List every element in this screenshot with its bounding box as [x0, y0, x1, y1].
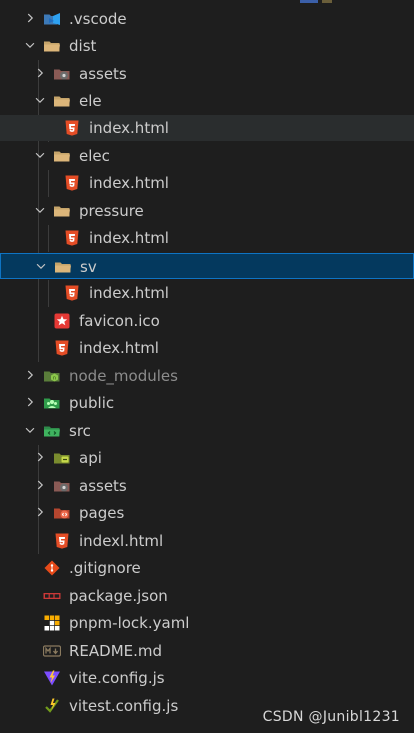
file-item[interactable]: README.md	[0, 638, 414, 664]
chevron-right-icon[interactable]	[32, 65, 48, 81]
item-label: api	[79, 449, 102, 467]
html5-icon	[53, 339, 71, 357]
item-label: assets	[79, 477, 127, 495]
folder-item[interactable]: elec	[0, 143, 414, 169]
public-folder-icon	[43, 394, 61, 412]
folder-item[interactable]: api	[0, 445, 414, 471]
vite-icon	[43, 669, 61, 687]
src-folder-icon	[43, 422, 61, 440]
git-icon	[43, 559, 61, 577]
vitest-icon	[43, 697, 61, 715]
item-label: favicon.ico	[79, 312, 160, 330]
item-label: vite.config.js	[69, 669, 165, 687]
file-item[interactable]: .gitignore	[0, 555, 414, 581]
chevron-down-icon[interactable]	[22, 37, 38, 53]
html5-icon	[53, 532, 71, 550]
folder-open-icon	[53, 202, 71, 220]
api-folder-icon	[53, 449, 71, 467]
item-label: dist	[69, 37, 97, 55]
folder-open-icon	[53, 92, 71, 110]
html5-icon	[63, 174, 81, 192]
favicon-star-icon	[53, 312, 71, 330]
file-item[interactable]: index.html	[0, 115, 414, 141]
pnpm-icon	[43, 614, 61, 632]
item-label: node_modules	[69, 367, 178, 385]
assets-folder-icon	[53, 477, 71, 495]
item-label: index.html	[89, 229, 169, 247]
chevron-right-icon[interactable]	[22, 10, 38, 26]
item-label: index.html	[89, 284, 169, 302]
item-label: src	[69, 422, 91, 440]
item-label: README.md	[69, 642, 163, 660]
folder-open-icon	[54, 258, 72, 276]
file-item[interactable]: pnpm-lock.yaml	[0, 610, 414, 636]
chevron-right-icon[interactable]	[22, 367, 38, 383]
item-label: indexl.html	[79, 532, 164, 550]
folder-item[interactable]: pages	[0, 500, 414, 526]
folder-item[interactable]: .vscode	[0, 6, 414, 32]
folder-item[interactable]: dist	[0, 33, 414, 59]
top-edge-mark	[322, 0, 332, 3]
item-label: public	[69, 394, 115, 412]
item-label: index.html	[89, 119, 169, 137]
folder-item[interactable]: ele	[0, 88, 414, 114]
chevron-right-icon[interactable]	[32, 477, 48, 493]
svg-text:n: n	[53, 375, 56, 381]
top-edge-mark	[300, 0, 318, 3]
item-label: vitest.config.js	[69, 697, 179, 715]
pages-folder-icon	[53, 504, 71, 522]
item-label: .gitignore	[69, 559, 141, 577]
item-label: index.html	[89, 174, 169, 192]
assets-folder-icon	[53, 65, 71, 83]
item-label: pnpm-lock.yaml	[69, 614, 190, 632]
vscode-folder-icon	[43, 10, 61, 28]
chevron-down-icon[interactable]	[22, 422, 38, 438]
folder-item[interactable]: assets	[0, 473, 414, 499]
folder-item[interactable]: public	[0, 390, 414, 416]
node-modules-folder-icon: n	[43, 367, 61, 385]
npm-icon	[43, 587, 61, 605]
item-label: sv	[80, 258, 97, 276]
chevron-right-icon[interactable]	[22, 394, 38, 410]
watermark: CSDN @Junibl1231	[262, 709, 400, 725]
folder-item[interactable]: src	[0, 418, 414, 444]
markdown-icon	[43, 642, 61, 660]
item-label: package.json	[69, 587, 168, 605]
item-label: index.html	[79, 339, 159, 357]
item-label: pressure	[79, 202, 144, 220]
item-label: ele	[79, 92, 102, 110]
chevron-down-icon[interactable]	[32, 202, 48, 218]
folder-open-icon	[53, 147, 71, 165]
item-label: .vscode	[69, 10, 127, 28]
html5-icon	[63, 229, 81, 247]
html5-icon	[63, 284, 81, 302]
chevron-down-icon[interactable]	[32, 92, 48, 108]
folder-open-icon	[43, 37, 61, 55]
folder-item[interactable]: assets	[0, 61, 414, 87]
file-item[interactable]: index.html	[0, 335, 414, 361]
file-item[interactable]: index.html	[0, 225, 414, 251]
folder-item[interactable]: sv	[0, 253, 414, 279]
chevron-right-icon[interactable]	[32, 504, 48, 520]
folder-item[interactable]: n node_modules	[0, 363, 414, 389]
item-label: assets	[79, 65, 127, 83]
html5-icon	[63, 119, 81, 137]
chevron-down-icon[interactable]	[33, 258, 49, 274]
file-item[interactable]: vite.config.js	[0, 665, 414, 691]
file-item[interactable]: index.html	[0, 170, 414, 196]
file-item[interactable]: favicon.ico	[0, 308, 414, 334]
chevron-right-icon[interactable]	[32, 449, 48, 465]
file-item[interactable]: index.html	[0, 280, 414, 306]
item-label: elec	[79, 147, 110, 165]
chevron-down-icon[interactable]	[32, 147, 48, 163]
file-item[interactable]: package.json	[0, 583, 414, 609]
item-label: pages	[79, 504, 125, 522]
folder-item[interactable]: pressure	[0, 198, 414, 224]
file-item[interactable]: indexl.html	[0, 528, 414, 554]
top-edge	[0, 0, 414, 4]
